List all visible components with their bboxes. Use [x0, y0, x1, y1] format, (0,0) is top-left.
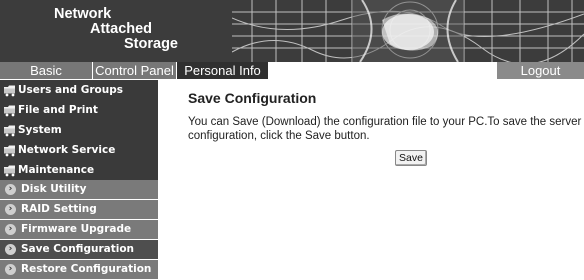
sidebar-subitem-raid-setting[interactable]: › RAID Setting [0, 200, 158, 220]
save-button[interactable]: Save [395, 150, 427, 166]
sidebar-subitem-label: Disk Utility [21, 183, 87, 195]
sidebar-subitem-label: RAID Setting [21, 203, 97, 215]
brand-line-3: Storage [124, 36, 178, 52]
tab-personal-info[interactable]: Personal Info [177, 62, 268, 79]
arrow-right-icon: › [5, 264, 16, 275]
sidebar-item-network-service[interactable]: Network Service [0, 140, 158, 160]
sidebar-item-label: Users and Groups [18, 84, 123, 96]
network-folder-icon [4, 85, 15, 97]
sidebar-subitem-label: Save Configuration [21, 243, 135, 255]
page-title: Save Configuration [188, 90, 317, 106]
main-content: Save Configuration You can Save (Downloa… [158, 80, 584, 280]
arrow-right-icon: › [5, 244, 16, 255]
network-folder-icon [4, 145, 15, 157]
tab-control-panel[interactable]: Control Panel [93, 62, 176, 79]
header-banner-art [232, 0, 584, 62]
arrow-right-icon: › [5, 224, 16, 235]
sidebar-item-label: System [18, 124, 62, 136]
sidebar-subitem-firmware-upgrade[interactable]: › Firmware Upgrade [0, 220, 158, 240]
sidebar-item-maintenance[interactable]: Maintenance [0, 160, 158, 180]
tab-basic[interactable]: Basic [0, 62, 92, 79]
sidebar-item-label: File and Print [18, 104, 98, 116]
description-line-2: configuration, click the Save button. [188, 130, 370, 142]
arrow-right-icon: › [5, 184, 16, 195]
network-folder-icon [4, 165, 15, 177]
sidebar-item-label: Network Service [18, 144, 116, 156]
sidebar-item-users-and-groups[interactable]: Users and Groups [0, 80, 158, 100]
brand-line-1: Network [54, 6, 112, 22]
sidebar-subitem-restore-configuration[interactable]: › Restore Configuration [0, 260, 158, 280]
sidebar-subitem-disk-utility[interactable]: › Disk Utility [0, 180, 158, 200]
sidebar: Users and Groups File and Print System N… [0, 80, 158, 280]
brand-logo: Network Attached Storage [8, 7, 208, 59]
description-line-1: You can Save (Download) the configuratio… [188, 116, 582, 128]
network-folder-icon [4, 125, 15, 137]
sidebar-item-file-and-print[interactable]: File and Print [0, 100, 158, 120]
sidebar-item-system[interactable]: System [0, 120, 158, 140]
logout-button[interactable]: Logout [497, 62, 584, 79]
app-header: Network Attached Storage [0, 0, 584, 62]
brand-line-2: Attached [90, 21, 153, 37]
sidebar-subitem-label: Firmware Upgrade [21, 223, 132, 235]
network-folder-icon [4, 105, 15, 117]
arrow-right-icon: › [5, 204, 16, 215]
page-description: You can Save (Download) the configuratio… [188, 115, 584, 143]
sidebar-item-label: Maintenance [18, 164, 95, 176]
sidebar-subitem-label: Restore Configuration [21, 263, 152, 275]
sidebar-subitem-save-configuration[interactable]: › Save Configuration [0, 240, 158, 260]
